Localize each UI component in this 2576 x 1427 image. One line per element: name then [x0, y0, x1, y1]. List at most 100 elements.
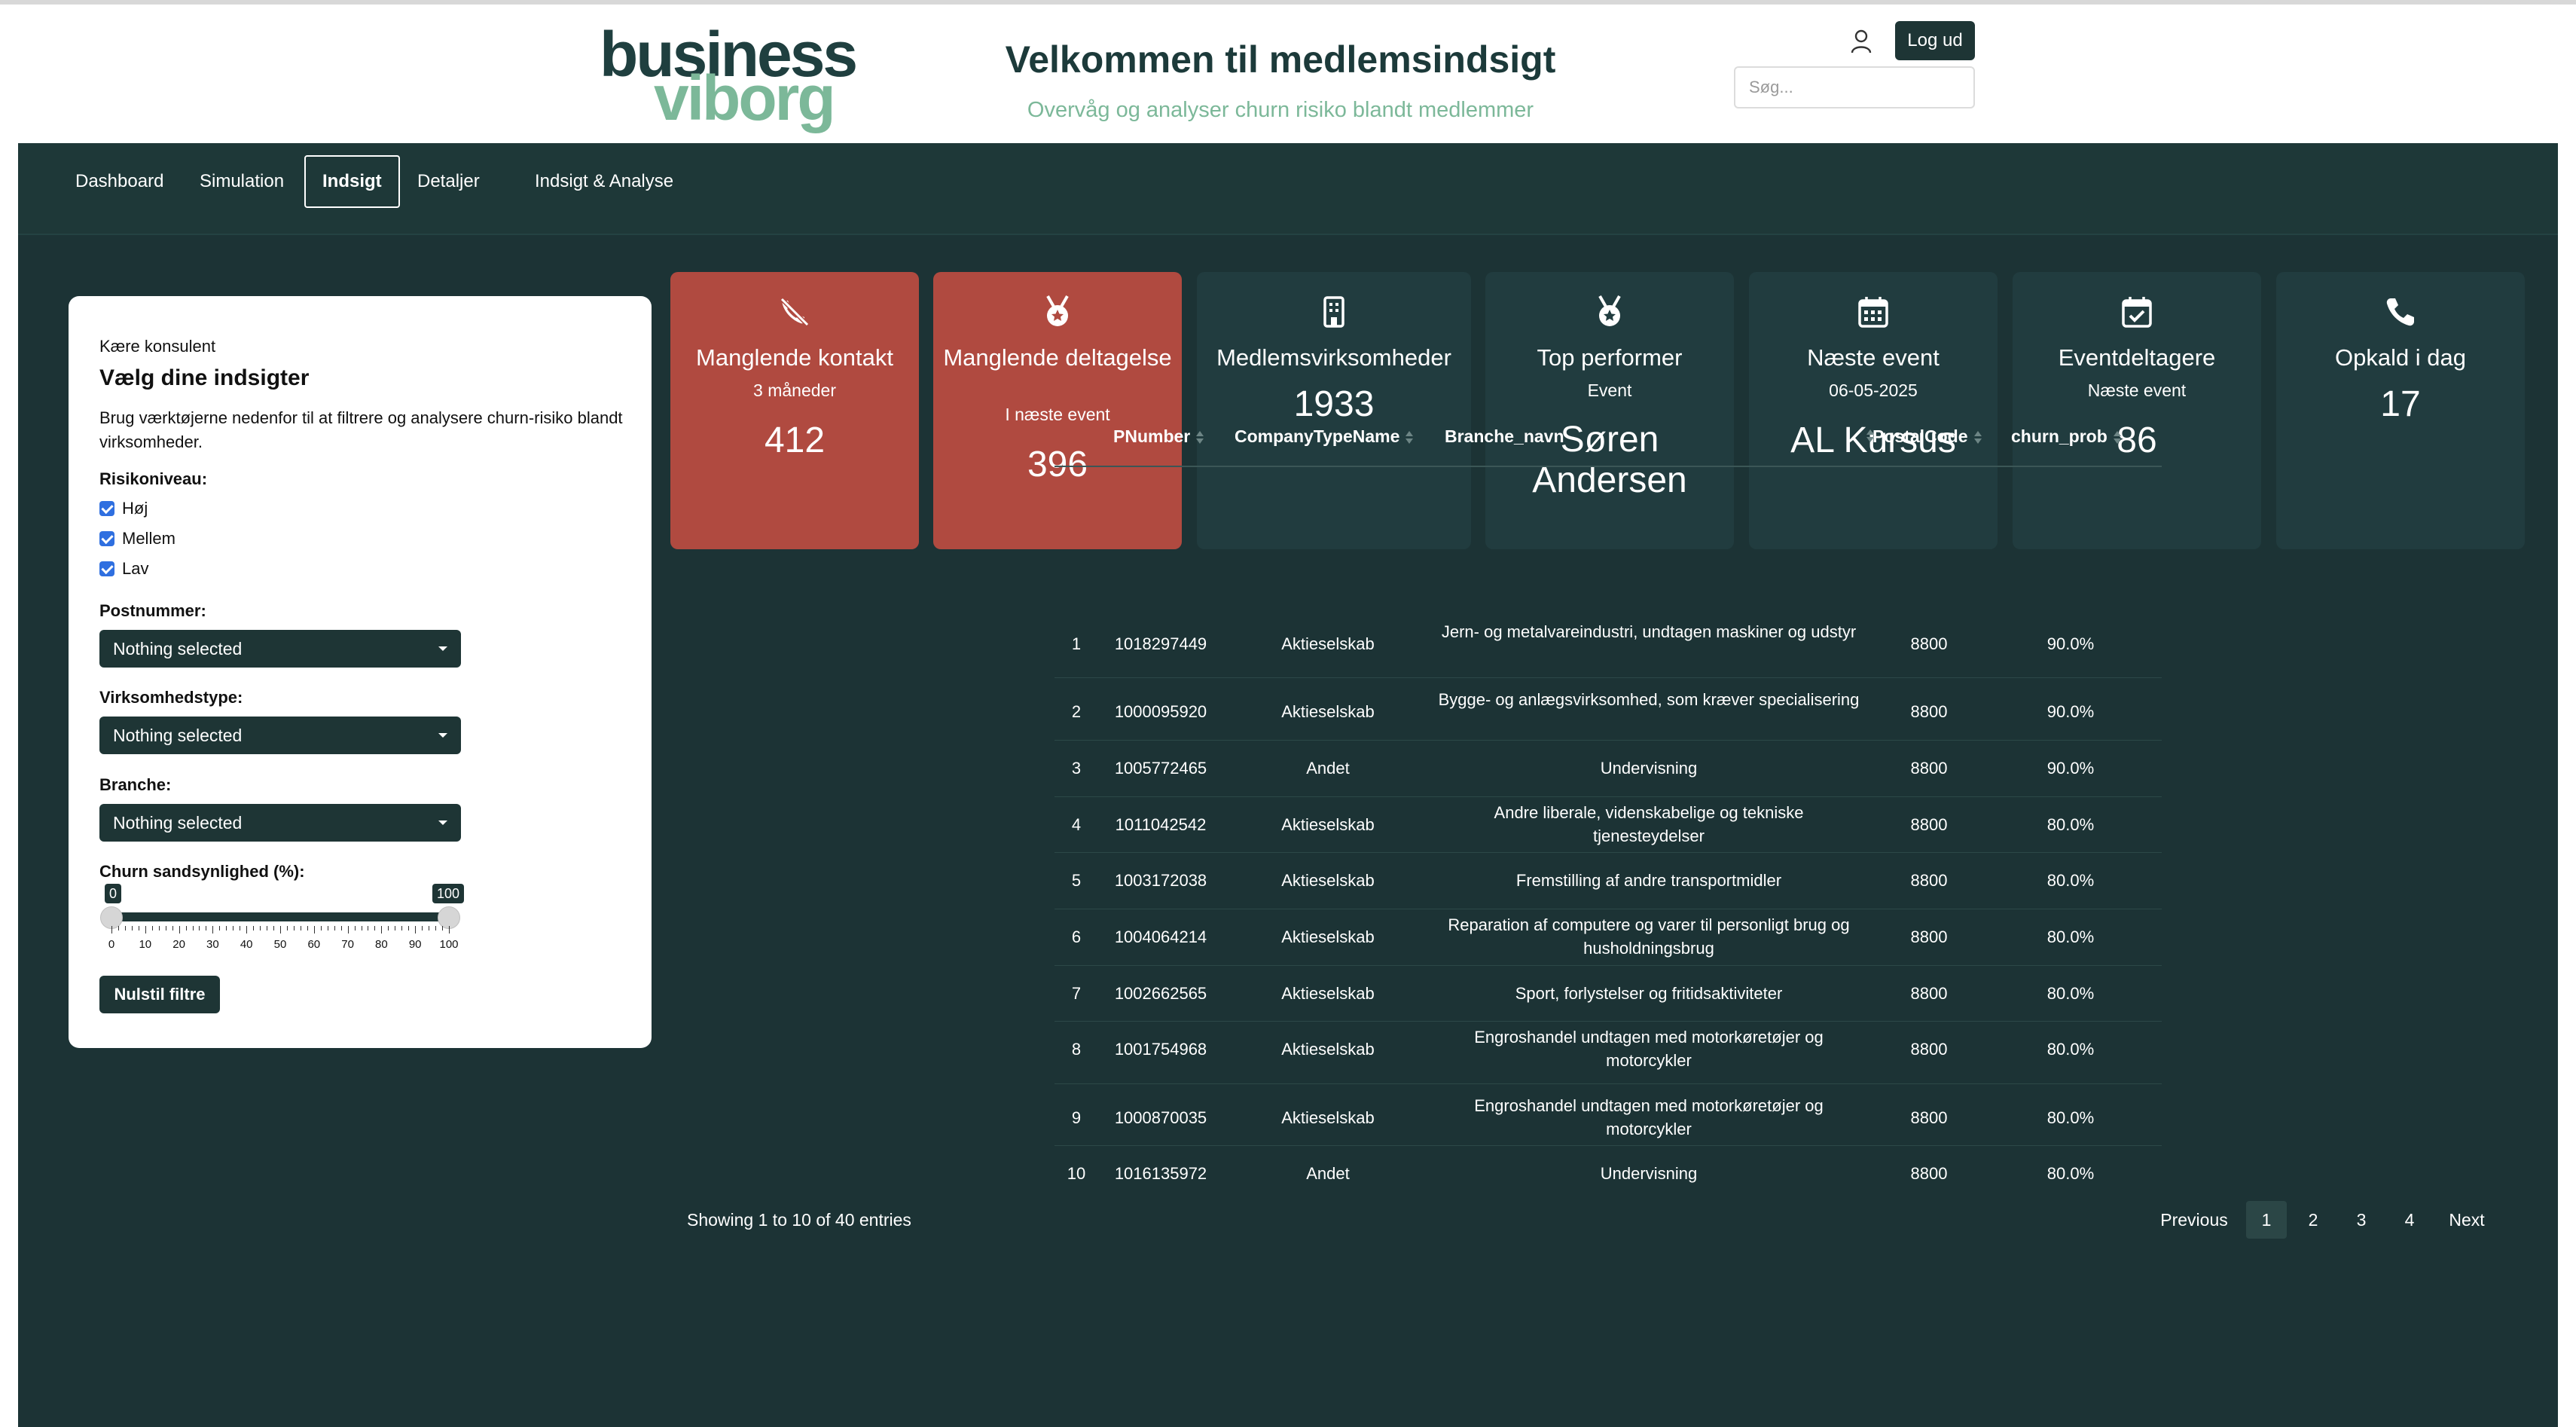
kpi-value: 1933	[1293, 384, 1375, 424]
slider-tick	[354, 926, 356, 930]
slider-tick-label: 10	[139, 938, 152, 951]
checkbox-checked[interactable]	[99, 561, 114, 576]
branche-select[interactable]: Nothing selected	[99, 804, 461, 842]
column-header-churn[interactable]: churn_prob	[2011, 426, 2121, 447]
churn-label: Churn sandsynlighed (%):	[99, 862, 305, 881]
table-cell-branche: Jern- og metalvareindustri, undtagen mas…	[1441, 622, 1857, 641]
table-cell-postal: 8800	[1910, 927, 1948, 946]
caret-down-icon	[438, 820, 447, 825]
business-viborg-logo[interactable]: business viborg	[600, 23, 858, 130]
tab-simulation[interactable]: Simulation	[183, 155, 301, 208]
tab-indsigt-analyse[interactable]: Indsigt & Analyse	[518, 155, 690, 208]
pagination-page-2[interactable]: 2	[2293, 1201, 2333, 1239]
kpi-title: Medlemsvirksomheder	[1216, 344, 1451, 371]
pagination-next[interactable]: Next	[2439, 1201, 2495, 1239]
table-cell-type: Aktieselskab	[1281, 701, 1375, 721]
kpi-missing-contact[interactable]: Manglende kontakt 3 måneder 412	[670, 272, 919, 549]
slider-tick	[111, 926, 112, 934]
table-cell-idx: 5	[1071, 870, 1082, 890]
postal-select[interactable]: Nothing selected	[99, 630, 461, 668]
churn-range-slider[interactable]: 0 100 0 10 20 30 40 50 60 70 80 90 100	[99, 884, 465, 952]
checkbox-checked[interactable]	[99, 501, 114, 516]
slider-ticks	[111, 926, 450, 937]
medal-icon	[1046, 295, 1069, 326]
slider-tick	[219, 926, 221, 930]
table-cell-pnumber: 1003172038	[1114, 870, 1207, 890]
slider-tick	[449, 926, 450, 934]
kpi-sub: 3 måneder	[753, 380, 836, 400]
slider-tick	[131, 926, 133, 930]
table-cell-postal: 8800	[1910, 1163, 1948, 1183]
kpi-calls-today[interactable]: Opkald i dag 17	[2276, 272, 2525, 549]
table-cell-branche: Undervisning	[1600, 758, 1698, 778]
kpi-sub: I næste event	[1005, 405, 1110, 424]
kpi-value: 396	[1027, 445, 1088, 484]
filter-title: Vælg dine indsigter	[99, 365, 310, 390]
table-cell-postal: 8800	[1910, 701, 1948, 721]
checkbox-checked[interactable]	[99, 531, 114, 546]
slider-tick	[273, 926, 275, 930]
postal-label: Postnummer:	[99, 601, 206, 620]
kpi-top-performer[interactable]: Top performer Event Søren Andersen	[1485, 272, 1734, 549]
pagination-page-1[interactable]: 1	[2246, 1201, 2287, 1239]
slider-tick	[401, 926, 403, 930]
table-cell-churn: 80.0%	[2046, 814, 2095, 834]
slider-tick	[212, 926, 214, 934]
user-icon[interactable]	[1850, 29, 1872, 54]
slider-tick	[408, 926, 410, 930]
slider-tick	[280, 926, 281, 934]
kpi-title: Næste event	[1807, 344, 1940, 371]
tab-dashboard[interactable]: Dashboard	[59, 155, 180, 208]
table-cell-branche: Sport, forlystelser og fritidsaktivitete…	[1515, 983, 1783, 1003]
company-type-select[interactable]: Nothing selected	[99, 717, 461, 754]
slider-tick	[151, 926, 153, 930]
kpi-missing-participation[interactable]: Manglende deltagelse I næste event 396	[933, 272, 1182, 549]
slider-tick-label: 80	[375, 938, 388, 951]
page-title: Velkommen til medlemsindsigt	[1005, 38, 1556, 81]
table-cell-postal: 8800	[1910, 1108, 1948, 1127]
slider-tick-label: 20	[172, 938, 185, 951]
logout-button[interactable]: Log ud	[1895, 21, 1975, 60]
slider-tick	[422, 926, 423, 930]
kpi-sub: Event	[1587, 380, 1632, 400]
column-header-company-type[interactable]: CompanyTypeName	[1235, 426, 1414, 447]
column-header-branche[interactable]: Branche_navn	[1445, 426, 1874, 447]
slider-tick	[442, 926, 444, 930]
table-cell-churn: 90.0%	[2046, 758, 2095, 778]
slider-tick-label: 50	[273, 938, 287, 951]
risk-option-mellem[interactable]: Mellem	[99, 527, 175, 550]
slider-tick	[226, 926, 227, 930]
pagination-page-4[interactable]: 4	[2389, 1201, 2430, 1239]
table-cell-branche: Andre liberale, videnskabelige og teknis…	[1494, 803, 1804, 845]
table-cell-branche: Bygge- og anlægsvirksomhed, som kræver s…	[1438, 690, 1860, 709]
reset-filters-button[interactable]: Nulstil filtre	[99, 976, 220, 1013]
tab-detaljer[interactable]: Detaljer	[401, 155, 496, 208]
phone-slash-icon	[780, 297, 810, 327]
pagination-page-3[interactable]: 3	[2341, 1201, 2382, 1239]
kpi-title: Manglende kontakt	[696, 344, 893, 371]
branche-label: Branche:	[99, 775, 172, 794]
kpi-event-participants[interactable]: Eventdeltagere Næste event 86	[2013, 272, 2261, 549]
tab-indsigt[interactable]: Indsigt	[304, 155, 400, 208]
column-header-pnumber[interactable]: PNumber	[1113, 426, 1204, 447]
slider-track[interactable]	[111, 912, 449, 921]
table-cell-idx: 7	[1071, 983, 1082, 1003]
pagination-previous[interactable]: Previous	[2156, 1201, 2233, 1239]
kpi-title: Opkald i dag	[2334, 344, 2467, 371]
kpi-next-event[interactable]: Næste event 06-05-2025 AL Kursus	[1749, 272, 1998, 549]
search-input[interactable]	[1734, 66, 1975, 108]
kpi-value: 412	[764, 420, 826, 460]
table-cell-postal: 8800	[1910, 814, 1948, 834]
row-divider	[1055, 1021, 2162, 1022]
table-cell-idx: 6	[1071, 927, 1082, 946]
slider-tick-label: 100	[439, 938, 459, 951]
table-cell-pnumber: 1000870035	[1114, 1108, 1207, 1127]
risk-option-lav[interactable]: Lav	[99, 558, 148, 580]
kpi-member-companies[interactable]: Medlemsvirksomheder 1933	[1197, 272, 1471, 549]
risk-option-hoej[interactable]: Høj	[99, 497, 148, 520]
kpi-title: Manglende deltagelse	[943, 344, 1172, 371]
filter-greeting: Kære konsulent	[99, 337, 216, 356]
column-header-postal[interactable]: PostalCode	[1872, 426, 1982, 447]
column-header-label: PNumber	[1113, 426, 1191, 446]
risk-option-label: Høj	[122, 499, 148, 518]
